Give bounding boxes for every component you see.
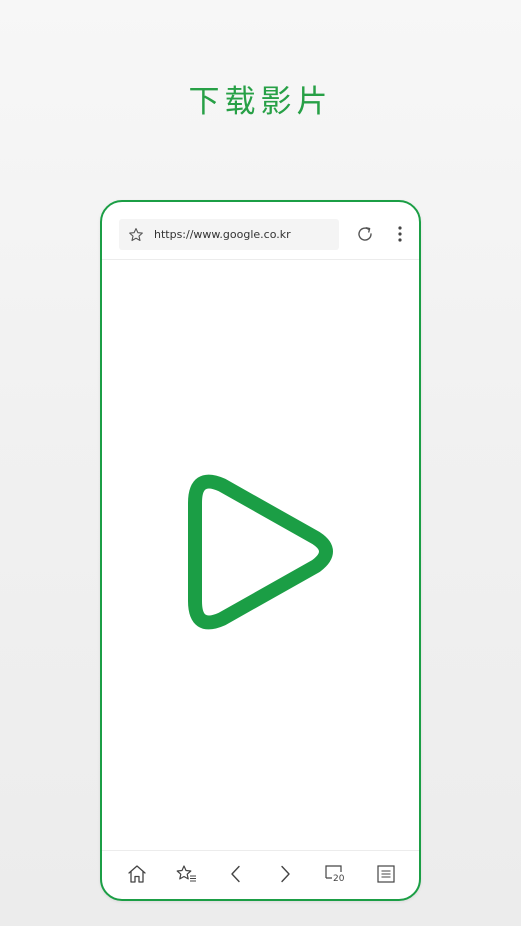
tab-count: 20 bbox=[333, 874, 345, 884]
home-icon[interactable] bbox=[126, 863, 148, 885]
address-bar: https://www.google.co.kr bbox=[102, 202, 419, 260]
play-icon bbox=[188, 474, 333, 630]
bookmarks-icon[interactable] bbox=[176, 863, 198, 885]
web-content bbox=[102, 260, 419, 851]
star-icon[interactable] bbox=[128, 227, 144, 243]
back-icon[interactable] bbox=[225, 863, 247, 885]
forward-icon[interactable] bbox=[274, 863, 296, 885]
headline-title: 下载影片 bbox=[188, 84, 333, 120]
url-text[interactable]: https://www.google.co.kr bbox=[154, 219, 291, 250]
phone-frame: https://www.google.co.kr 20 bbox=[100, 200, 421, 901]
bottom-toolbar: 20 bbox=[102, 850, 419, 899]
list-icon[interactable] bbox=[375, 863, 397, 885]
url-field[interactable]: https://www.google.co.kr bbox=[119, 219, 339, 250]
more-vert-icon[interactable] bbox=[394, 224, 406, 244]
reload-icon[interactable] bbox=[355, 224, 375, 244]
tabs-button[interactable]: 20 bbox=[324, 863, 346, 885]
